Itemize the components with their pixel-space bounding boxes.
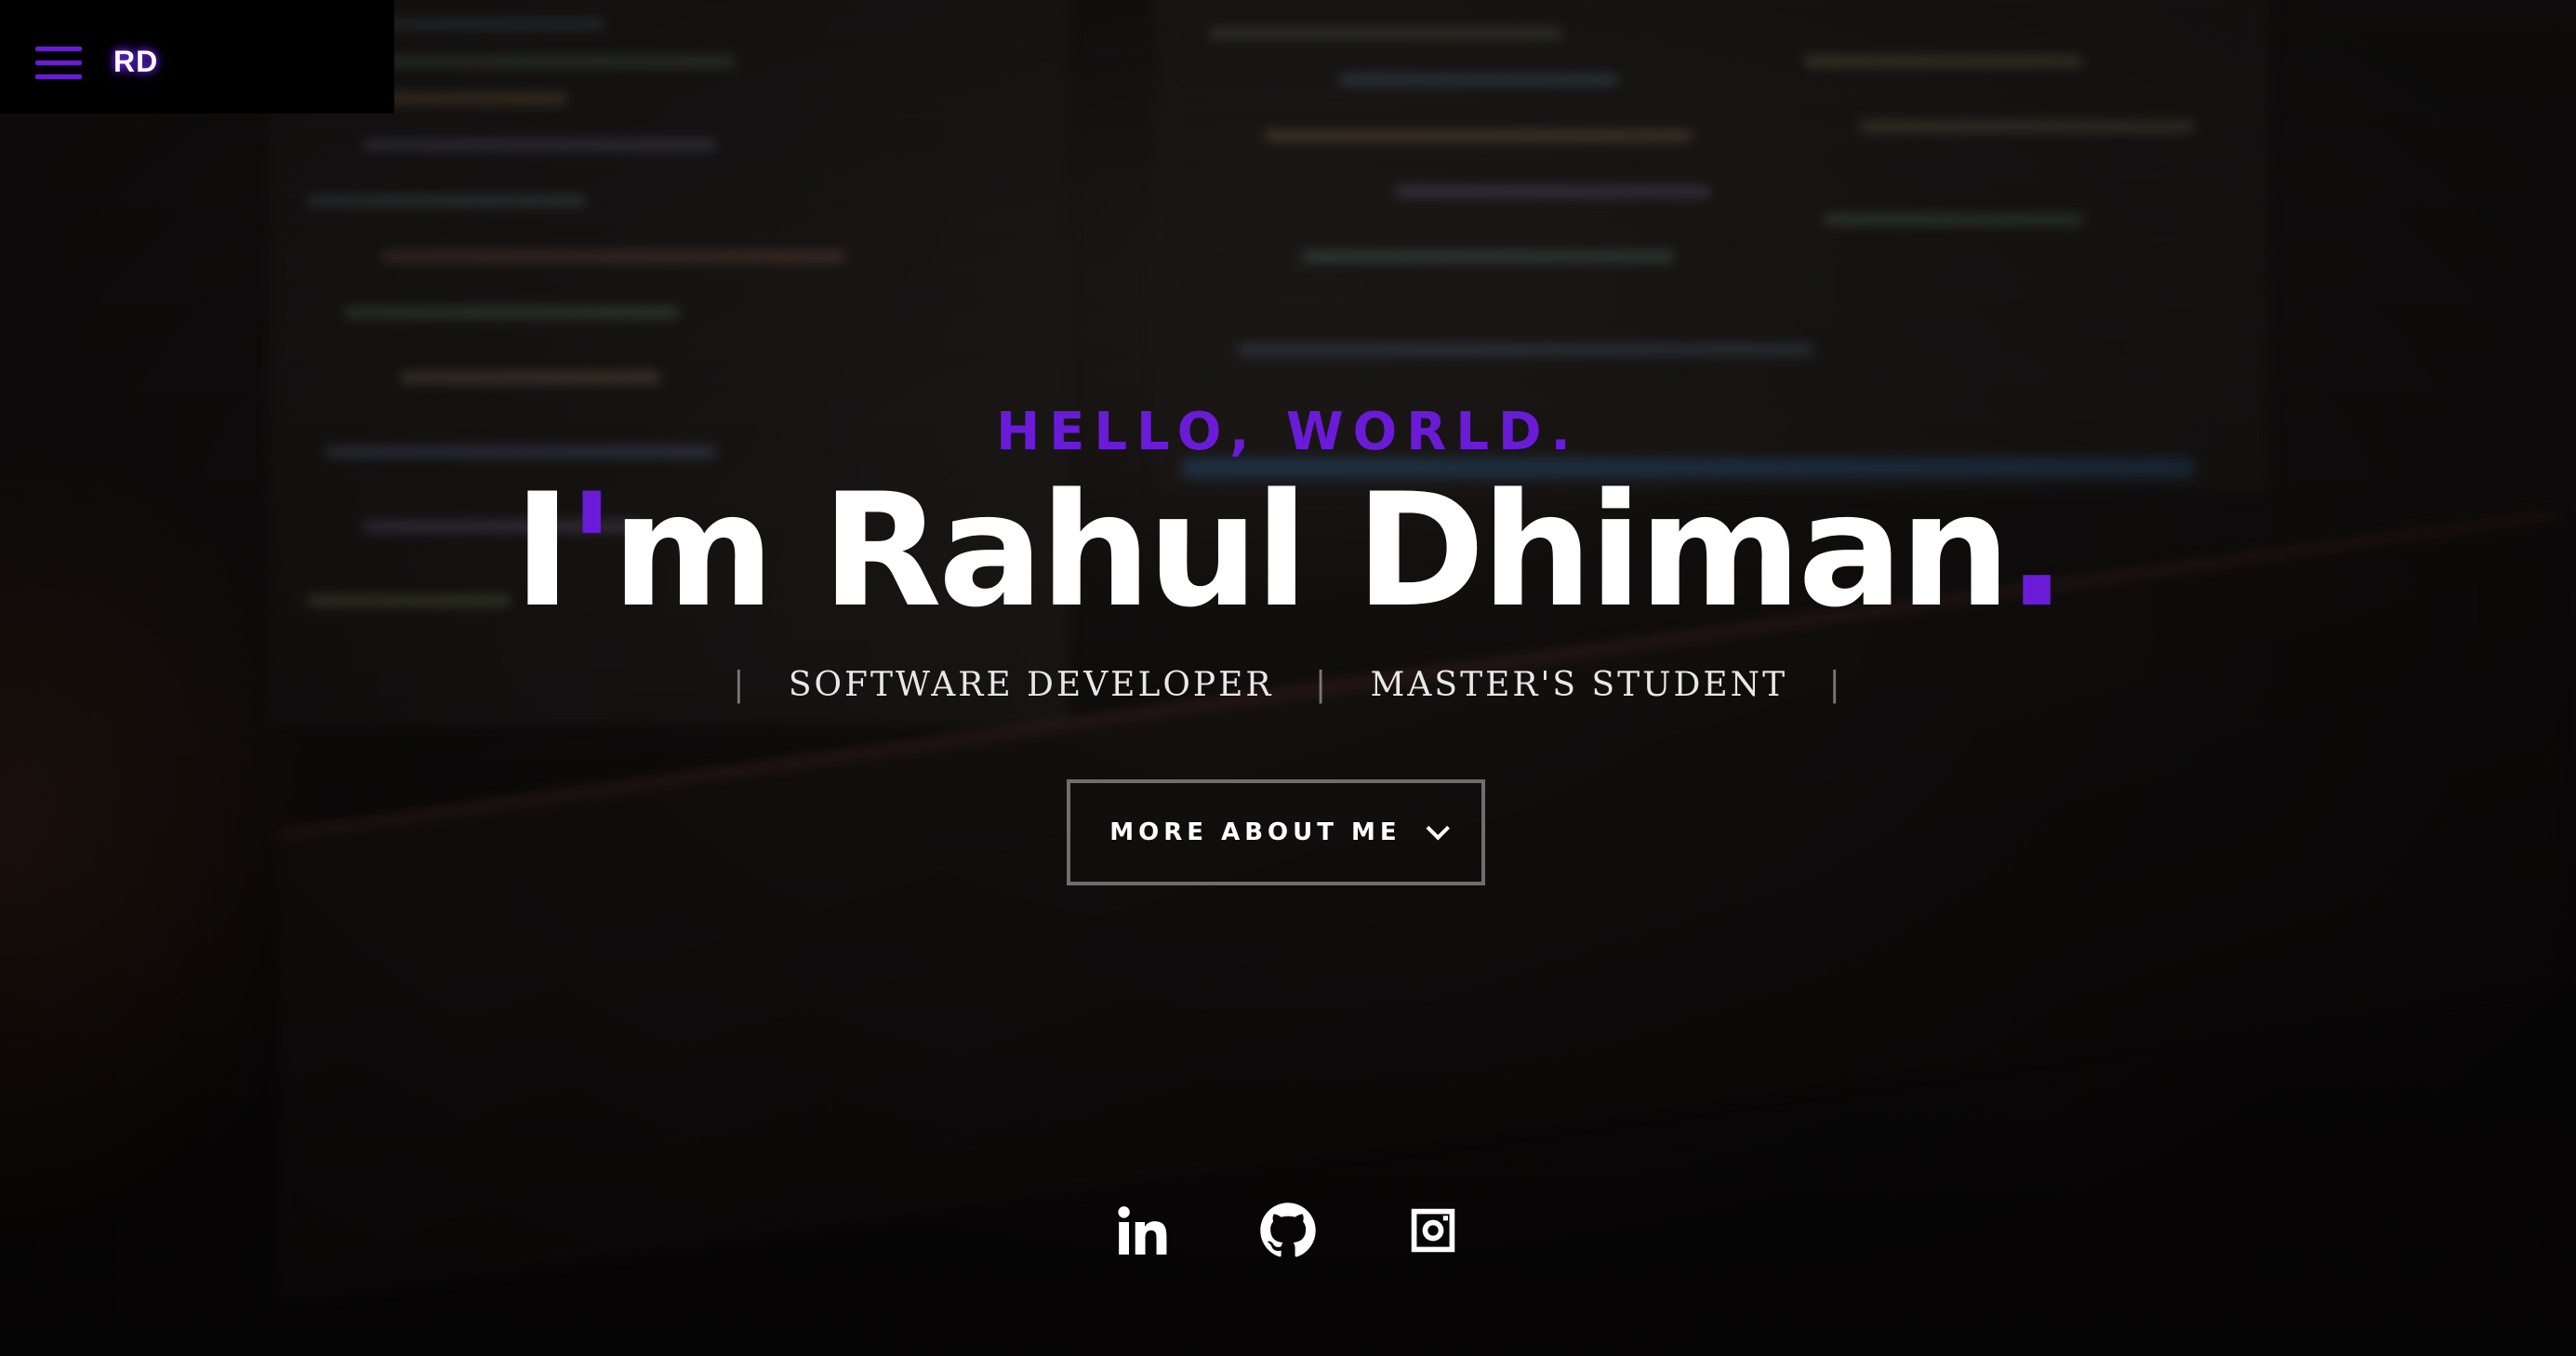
top-nav: RD [0, 0, 394, 113]
social-links [0, 1202, 2576, 1259]
role-item: MASTER'S STUDENT [1370, 666, 1788, 704]
more-about-me-label: MORE ABOUT ME [1109, 818, 1401, 846]
more-about-me-button[interactable]: MORE ABOUT ME [1067, 779, 1485, 885]
name-rest: m Rahul Dhiman [611, 459, 2011, 642]
hero-name: I'm Rahul Dhiman. [0, 472, 2576, 629]
instagram-icon[interactable] [1404, 1202, 1462, 1259]
name-prefix: I [513, 459, 571, 642]
hamburger-menu-icon[interactable] [35, 43, 82, 84]
role-separator: | [733, 666, 748, 704]
name-apostrophe: ' [567, 459, 616, 642]
greeting-text: HELLO, WORLD. [996, 402, 1580, 462]
chevron-down-icon [1426, 817, 1450, 841]
site-logo[interactable]: RD [113, 45, 158, 79]
role-separator: | [1828, 666, 1843, 704]
role-item: SOFTWARE DEVELOPER [788, 666, 1274, 704]
hero-section: RD HELLO, WORLD. I'm Rahul Dhiman. | SOF… [0, 0, 2576, 1356]
github-icon[interactable] [1259, 1202, 1317, 1259]
intro-content: HELLO, WORLD. I'm Rahul Dhiman. | SOFTWA… [0, 0, 2576, 1356]
name-dot: . [2007, 459, 2066, 642]
role-separator: | [1314, 666, 1330, 704]
roles-line: | SOFTWARE DEVELOPER | MASTER'S STUDENT … [0, 666, 2576, 704]
linkedin-icon[interactable] [1114, 1202, 1172, 1259]
